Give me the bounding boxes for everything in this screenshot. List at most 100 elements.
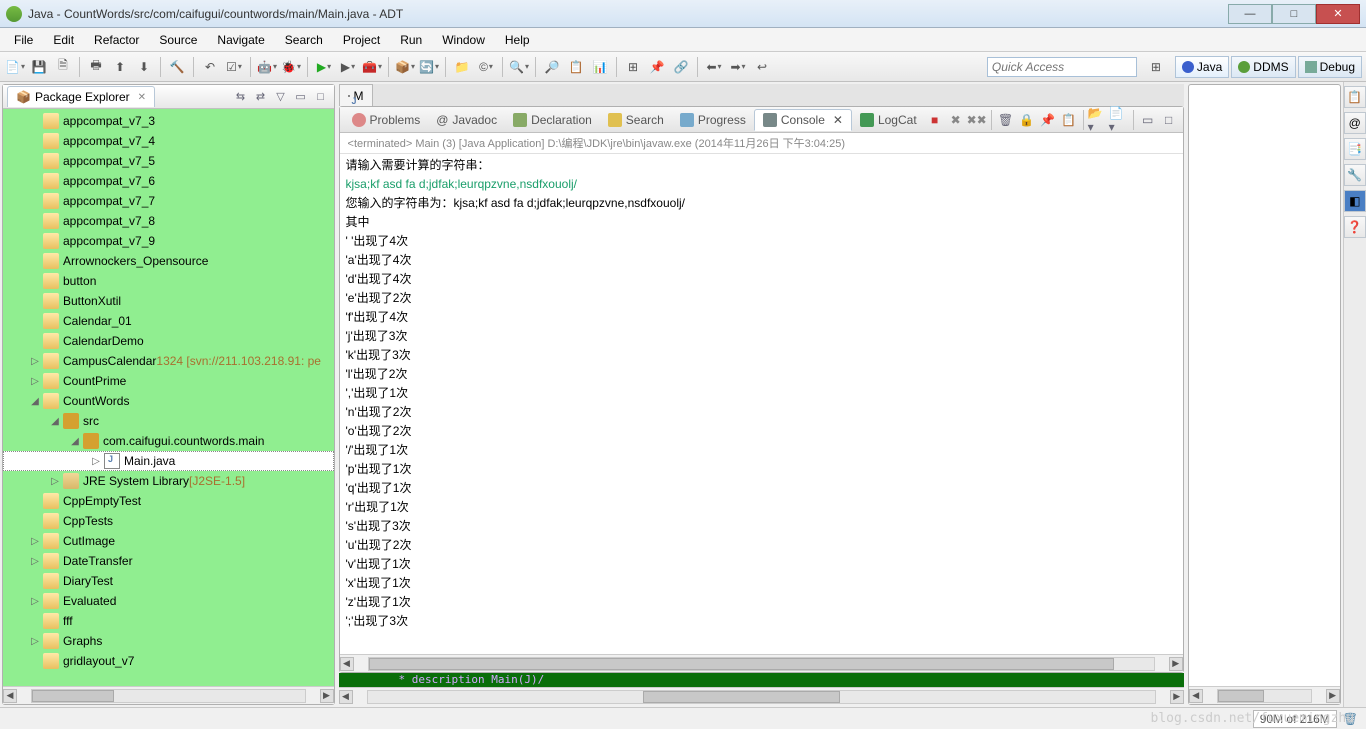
open-console-button[interactable]: 📂▾ [1088, 110, 1108, 130]
tree-item-appcompat-v7-6[interactable]: appcompat_v7_6 [3, 171, 334, 191]
menu-help[interactable]: Help [495, 30, 540, 50]
tree-item-appcompat-v7-5[interactable]: appcompat_v7_5 [3, 151, 334, 171]
tree-item-diarytest[interactable]: DiaryTest [3, 571, 334, 591]
maximize-view-button[interactable]: □ [312, 88, 330, 106]
quick-access-input[interactable] [987, 57, 1137, 77]
tree-item-calendar-01[interactable]: Calendar_01 [3, 311, 334, 331]
perspective-ddms[interactable]: DDMS [1231, 56, 1295, 78]
build-button[interactable]: 🔨 [166, 56, 188, 78]
link-button[interactable]: 🔗 [670, 56, 692, 78]
outline-fastview-button[interactable]: 📋 [1344, 86, 1366, 108]
expand-arrow-icon[interactable]: ▷ [27, 596, 43, 607]
menu-edit[interactable]: Edit [43, 30, 84, 50]
scroll-right-button[interactable]: ▶ [1326, 689, 1340, 703]
external-tools-button[interactable]: 🧰 [361, 56, 383, 78]
menu-run[interactable]: Run [390, 30, 432, 50]
scroll-right-button[interactable]: ▶ [1170, 690, 1184, 704]
tree-item-src[interactable]: ◢src [3, 411, 334, 431]
scroll-left-button[interactable]: ◀ [339, 690, 353, 704]
tree-item-evaluated[interactable]: ▷Evaluated [3, 591, 334, 611]
expand-arrow-icon[interactable]: ▷ [27, 536, 43, 547]
menu-source[interactable]: Source [149, 30, 207, 50]
run-button[interactable]: ▶ [313, 56, 335, 78]
scroll-thumb[interactable] [369, 658, 1115, 670]
collapse-all-button[interactable]: ⇆ [232, 88, 250, 106]
tree-item-calendardemo[interactable]: CalendarDemo [3, 331, 334, 351]
run-config-button[interactable]: ▶ [337, 56, 359, 78]
tree-item-jre-system-library[interactable]: ▷JRE System Library [J2SE-1.5] [3, 471, 334, 491]
properties-fastview-button[interactable]: 🔧 [1344, 164, 1366, 186]
new-project-button[interactable]: 📦 [394, 56, 416, 78]
scroll-track[interactable] [367, 690, 1156, 704]
tab-problems[interactable]: Problems [344, 110, 429, 130]
expand-arrow-icon[interactable]: ▷ [27, 556, 43, 567]
refresh-button[interactable]: 🔄 [418, 56, 440, 78]
minimize-button[interactable]: — [1228, 4, 1272, 24]
scroll-left-button[interactable]: ◀ [340, 657, 354, 671]
undo-button[interactable]: ↶ [199, 56, 221, 78]
new-button[interactable]: 📄 [4, 56, 26, 78]
menu-window[interactable]: Window [432, 30, 495, 50]
pin-console-button[interactable]: 📌 [1038, 110, 1058, 130]
bookmarks-fastview-button[interactable]: 📑 [1344, 138, 1366, 160]
new-package-button[interactable]: 📁 [451, 56, 473, 78]
tree-item-appcompat-v7-7[interactable]: appcompat_v7_7 [3, 191, 334, 211]
tab-progress[interactable]: Progress [672, 110, 754, 130]
expand-arrow-icon[interactable]: ▷ [88, 456, 104, 467]
remove-launch-button[interactable]: ✖ [946, 110, 966, 130]
console-scrollbar[interactable]: ◀ ▶ [340, 654, 1183, 672]
scroll-track[interactable] [368, 657, 1155, 671]
scroll-thumb[interactable] [643, 691, 840, 703]
tree-item-gridlayout-v7[interactable]: gridlayout_v7 [3, 651, 334, 671]
outline-button[interactable]: 📊 [589, 56, 611, 78]
up-button[interactable]: ↩ [751, 56, 773, 78]
tab-search[interactable]: Search [600, 110, 672, 130]
print-button[interactable]: 🖶 [85, 56, 107, 78]
scroll-right-button[interactable]: ▶ [1169, 657, 1183, 671]
debug-button[interactable]: 🐞 [280, 56, 302, 78]
expand-arrow-icon[interactable]: ◢ [27, 396, 43, 407]
tree-item-cpptests[interactable]: CppTests [3, 511, 334, 531]
horizontal-scrollbar[interactable]: ◀ ▶ [3, 686, 334, 704]
menu-file[interactable]: File [4, 30, 43, 50]
close-icon[interactable]: ✕ [833, 113, 843, 127]
expand-arrow-icon[interactable]: ▷ [27, 376, 43, 387]
close-button[interactable]: ✕ [1316, 4, 1360, 24]
tab-declaration[interactable]: Declaration [505, 110, 600, 130]
scroll-right-button[interactable]: ▶ [320, 689, 334, 703]
menu-project[interactable]: Project [333, 30, 390, 50]
console-output[interactable]: 请输入需要计算的字符串：kjsa;kf asd fa d;jdfak;leurq… [340, 154, 1183, 654]
scroll-lock-button[interactable]: 🔒 [1017, 110, 1037, 130]
right-scrollbar[interactable]: ◀ ▶ [1189, 686, 1340, 704]
new-class-button[interactable]: © [475, 56, 497, 78]
hierarchy-fastview-button[interactable]: ◧ [1344, 190, 1366, 212]
task-button[interactable]: 📋 [565, 56, 587, 78]
scroll-track[interactable] [31, 689, 306, 703]
display-selected-button[interactable]: 📋 [1059, 110, 1079, 130]
help-fastview-button[interactable]: ❓ [1344, 216, 1366, 238]
perspective-debug[interactable]: Debug [1298, 56, 1362, 78]
tree-item-campuscalendar[interactable]: ▷CampusCalendar 1324 [svn://211.103.218.… [3, 351, 334, 371]
open-perspective-button[interactable]: ⊞ [1145, 56, 1167, 78]
expand-arrow-icon[interactable]: ▷ [27, 636, 43, 647]
checkbox-icon[interactable]: ☑ [223, 56, 245, 78]
tree-item-buttonxutil[interactable]: ButtonXutil [3, 291, 334, 311]
menu-navigate[interactable]: Navigate [207, 30, 274, 50]
export-icon[interactable]: ⬇ [133, 56, 155, 78]
tree-item-graphs[interactable]: ▷Graphs [3, 631, 334, 651]
tree-item-arrownockers-opensource[interactable]: Arrownockers_Opensource [3, 251, 334, 271]
expand-arrow-icon[interactable]: ▷ [47, 476, 63, 487]
pin-button[interactable]: 📌 [646, 56, 668, 78]
tab-javadoc[interactable]: @Javadoc [428, 110, 505, 130]
menu-refactor[interactable]: Refactor [84, 30, 149, 50]
tree-item-cutimage[interactable]: ▷CutImage [3, 531, 334, 551]
tree-item-appcompat-v7-9[interactable]: appcompat_v7_9 [3, 231, 334, 251]
open-type-button[interactable]: 🔍 [508, 56, 530, 78]
menu-search[interactable]: Search [275, 30, 333, 50]
terminate-button[interactable]: ■ [925, 110, 945, 130]
expand-arrow-icon[interactable]: ▷ [27, 356, 43, 367]
tree-item-com-caifugui-countwords-main[interactable]: ◢com.caifugui.countwords.main [3, 431, 334, 451]
scroll-thumb[interactable] [1218, 690, 1264, 702]
package-explorer-tab[interactable]: 📦 Package Explorer ✕ [7, 86, 155, 107]
editor-scrollbar[interactable]: ◀ ▶ [339, 687, 1184, 705]
